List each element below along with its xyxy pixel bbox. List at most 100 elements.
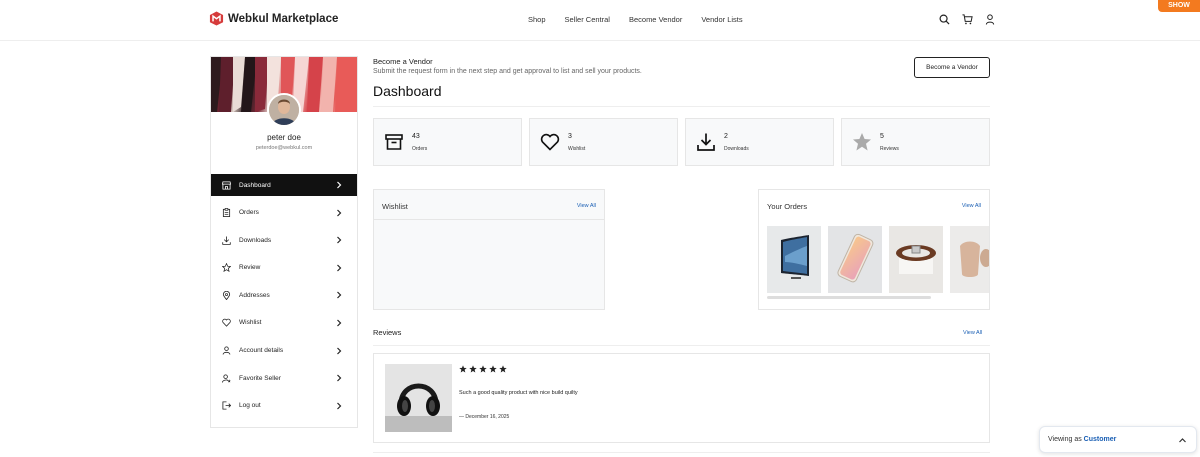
search-icon[interactable] xyxy=(938,13,950,25)
review-card: Such a good quality product with nice bu… xyxy=(373,353,990,443)
cart-icon[interactable] xyxy=(961,13,973,25)
profile-name: peter doe xyxy=(267,133,301,142)
review-rating xyxy=(459,365,507,373)
sidebar-item-label: Wishlist xyxy=(239,319,262,327)
stat-value: 2 xyxy=(724,133,728,140)
stat-label: Wishlist xyxy=(568,146,586,152)
user-star-icon xyxy=(222,374,231,383)
sidebar-item-label: Review xyxy=(239,264,261,272)
account-menu: Dashboard Orders Downloads Review Addres… xyxy=(211,174,357,422)
star-icon xyxy=(459,365,467,373)
sidebar-item-review[interactable]: Review xyxy=(211,257,357,279)
nav-shop[interactable]: Shop xyxy=(528,15,546,24)
orders-view-all-link[interactable]: View All xyxy=(962,203,981,209)
review-date: — December 16, 2025 xyxy=(459,414,510,420)
sidebar-item-label: Account details xyxy=(239,347,284,355)
star-icon xyxy=(489,365,497,373)
nav-vendor-lists[interactable]: Vendor Lists xyxy=(701,15,742,24)
order-product-phone[interactable] xyxy=(828,226,882,293)
main-nav: Shop Seller Central Become Vendor Vendor… xyxy=(528,15,743,24)
account-icon[interactable] xyxy=(984,13,996,25)
orders-panel: Your Orders View All xyxy=(758,189,990,310)
sidebar-item-log-out[interactable]: Log out xyxy=(211,395,357,417)
order-product-list xyxy=(767,226,989,293)
stat-label: Downloads xyxy=(724,146,749,152)
sidebar-item-label: Addresses xyxy=(239,291,270,299)
stat-label: Reviews xyxy=(880,146,899,152)
site-header: Webkul Marketplace Shop Seller Central B… xyxy=(0,0,1200,41)
stat-card-wishlist[interactable]: 3 Wishlist xyxy=(529,118,678,166)
chevron-right-icon xyxy=(337,264,342,272)
stat-card-orders[interactable]: 43 Orders xyxy=(373,118,522,166)
viewing-as-switcher[interactable]: Viewing as Customer xyxy=(1039,426,1197,453)
brand-logo-icon xyxy=(209,11,224,26)
chevron-up-icon[interactable] xyxy=(1178,436,1187,445)
archive-icon xyxy=(385,134,403,150)
viewing-as-label: Viewing as Customer xyxy=(1048,436,1116,443)
wishlist-panel: Wishlist View All xyxy=(373,189,605,310)
become-vendor-button[interactable]: Become a Vendor xyxy=(914,57,990,78)
heart-icon xyxy=(222,318,231,328)
chevron-right-icon xyxy=(337,236,342,244)
chevron-right-icon xyxy=(337,209,342,217)
stat-value: 5 xyxy=(880,133,884,140)
sidebar-item-account-details[interactable]: Account details xyxy=(211,340,357,362)
divider xyxy=(373,345,990,346)
order-product-belt[interactable] xyxy=(889,226,943,293)
chevron-right-icon xyxy=(337,291,342,299)
chevron-right-icon xyxy=(337,347,342,354)
store-icon xyxy=(222,180,231,190)
sidebar-item-orders[interactable]: Orders xyxy=(211,202,357,224)
star-icon xyxy=(479,365,487,373)
stat-label: Orders xyxy=(412,146,428,152)
star-icon xyxy=(222,263,231,273)
sidebar-item-addresses[interactable]: Addresses xyxy=(211,284,357,306)
download-icon xyxy=(222,236,231,245)
order-product-tv[interactable] xyxy=(767,226,821,293)
sidebar-item-label: Log out xyxy=(239,402,261,410)
review-text: Such a good quality product with nice bu… xyxy=(459,390,578,396)
sidebar-item-wishlist[interactable]: Wishlist xyxy=(211,312,357,334)
show-button[interactable]: SHOW xyxy=(1158,0,1200,12)
avatar xyxy=(267,93,301,127)
download-icon xyxy=(697,133,715,151)
logout-icon xyxy=(222,401,231,410)
profile-email: peterdoe@webkul.com xyxy=(255,145,313,151)
chevron-right-icon xyxy=(337,374,342,382)
reviews-view-all-link[interactable]: View All xyxy=(963,330,982,336)
become-vendor-title: Become a Vendor xyxy=(373,57,433,66)
sidebar-item-label: Downloads xyxy=(239,236,272,244)
wishlist-view-all-link[interactable]: View All xyxy=(577,203,596,209)
sidebar-item-dashboard[interactable]: Dashboard xyxy=(211,174,357,196)
reviews-title: Reviews xyxy=(373,328,402,337)
heart-icon xyxy=(540,133,560,151)
clipboard-icon xyxy=(222,208,231,218)
sidebar-item-label: Dashboard xyxy=(239,181,271,189)
user-icon xyxy=(222,346,231,355)
location-icon xyxy=(222,290,231,300)
stat-value: 43 xyxy=(412,133,420,140)
stat-card-reviews[interactable]: 5 Reviews xyxy=(841,118,990,166)
chevron-right-icon xyxy=(337,402,342,410)
account-sidebar: peter doe peterdoe@webkul.com Dashboard … xyxy=(210,56,358,428)
sidebar-item-label: Orders xyxy=(239,209,259,217)
stat-card-downloads[interactable]: 2 Downloads xyxy=(685,118,834,166)
sidebar-item-label: Favorite Seller xyxy=(239,374,281,382)
brand-name: Webkul Marketplace xyxy=(228,12,339,25)
brand[interactable]: Webkul Marketplace xyxy=(209,11,338,26)
orders-scrollbar[interactable] xyxy=(767,296,931,299)
divider xyxy=(373,452,990,453)
chevron-right-icon xyxy=(337,181,342,189)
panel-title: Your Orders xyxy=(767,202,808,211)
panel-header: Your Orders View All xyxy=(759,190,989,220)
order-product-earbuds[interactable] xyxy=(950,226,989,293)
stat-value: 3 xyxy=(568,133,572,140)
become-vendor-subtitle: Submit the request form in the next step… xyxy=(373,68,642,75)
nav-become-vendor[interactable]: Become Vendor xyxy=(629,15,682,24)
review-product-image[interactable] xyxy=(385,364,452,432)
sidebar-item-favorite-seller[interactable]: Favorite Seller xyxy=(211,367,357,389)
sidebar-item-downloads[interactable]: Downloads xyxy=(211,229,357,251)
nav-seller-central[interactable]: Seller Central xyxy=(565,15,610,24)
panel-title: Wishlist xyxy=(382,202,408,211)
star-icon xyxy=(499,365,507,373)
